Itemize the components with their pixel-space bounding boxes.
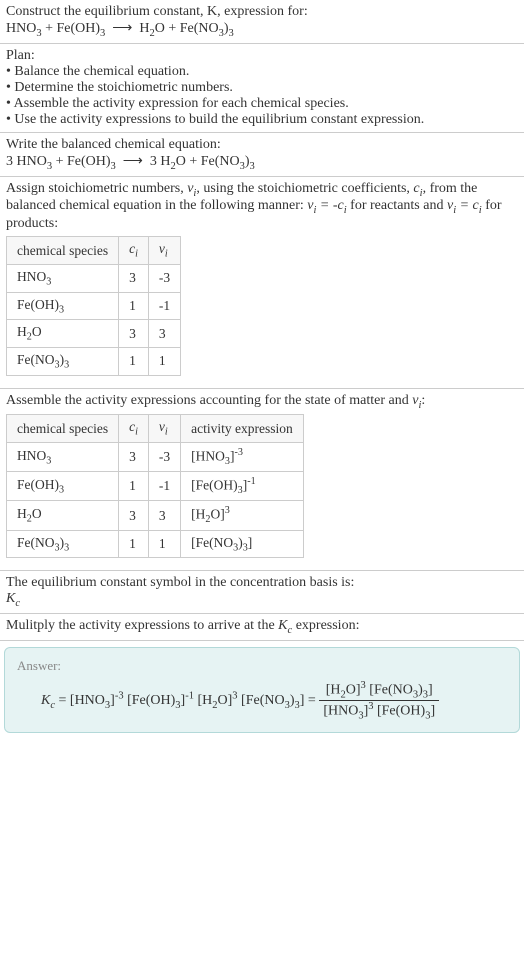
cell-ci: 3 <box>119 264 149 292</box>
stoich-text-d: for reactants and <box>347 198 447 213</box>
cell-activity: [H2O]3 <box>181 501 304 530</box>
cell-ci: 1 <box>119 530 149 558</box>
question-section: Construct the equilibrium constant, K, e… <box>0 0 524 44</box>
balanced-heading: Write the balanced chemical equation: <box>6 137 518 153</box>
balanced-equation: 3 HNO3 + Fe(OH)3 ⟶ 3 H2O + Fe(NO3)3 <box>6 153 518 172</box>
cell-species: H2O <box>7 501 119 530</box>
kc-symbol-section: The equilibrium constant symbol in the c… <box>0 571 524 614</box>
plan-list: Balance the chemical equation. Determine… <box>6 64 518 128</box>
activity-table: chemical species ci νi activity expressi… <box>6 414 304 558</box>
nu-i: νi <box>187 181 196 196</box>
kc-fraction: [H2O]3 [Fe(NO3)3] [HNO3]3 [Fe(OH)3] <box>319 680 439 722</box>
table-row: Fe(OH)31-1 <box>7 292 181 320</box>
plan-item: Use the activity expressions to build th… <box>6 112 518 128</box>
table-row: H2O33[H2O]3 <box>7 501 304 530</box>
cell-species: HNO3 <box>7 264 119 292</box>
prompt-text: Construct the equilibrium constant, K, e… <box>6 4 308 19</box>
activity-section: Assemble the activity expressions accoun… <box>0 389 524 572</box>
cell-species: Fe(NO3)3 <box>7 530 119 558</box>
cell-species: HNO3 <box>7 443 119 472</box>
cell-vi: -3 <box>148 264 180 292</box>
table-row: Fe(NO3)311 <box>7 347 181 375</box>
table-row: HNO33-3 <box>7 264 181 292</box>
cell-vi: -3 <box>148 443 180 472</box>
question-prompt: Construct the equilibrium constant, K, e… <box>6 4 518 20</box>
table-row: H2O33 <box>7 320 181 348</box>
cell-vi: -1 <box>148 292 180 320</box>
plan-heading: Plan: <box>6 48 518 64</box>
cell-ci: 1 <box>119 472 149 501</box>
col-vi: νi <box>148 415 180 443</box>
kc-expression: Kc = [HNO3]-3 [Fe(OH)3]-1 [H2O]3 [Fe(NO3… <box>17 680 507 722</box>
col-species: chemical species <box>7 237 119 265</box>
cell-activity: [HNO3]-3 <box>181 443 304 472</box>
answer-box: Answer: Kc = [HNO3]-3 [Fe(OH)3]-1 [H2O]3… <box>4 647 520 733</box>
cell-ci: 3 <box>119 320 149 348</box>
table-row: HNO33-3[HNO3]-3 <box>7 443 304 472</box>
stoich-table: chemical species ci νi HNO33-3 Fe(OH)31-… <box>6 236 181 375</box>
multiply-text: Mulitply the activity expressions to arr… <box>6 618 518 636</box>
cell-species: Fe(OH)3 <box>7 472 119 501</box>
cell-activity: [Fe(NO3)3] <box>181 530 304 558</box>
plan-item: Determine the stoichiometric numbers. <box>6 80 518 96</box>
kc-symbol: Kc <box>6 591 518 609</box>
cell-species: Fe(OH)3 <box>7 292 119 320</box>
col-ci: ci <box>119 237 149 265</box>
plan-section: Plan: Balance the chemical equation. Det… <box>0 44 524 133</box>
table-row: Fe(OH)31-1[Fe(OH)3]-1 <box>7 472 304 501</box>
cell-species: Fe(NO3)3 <box>7 347 119 375</box>
cell-vi: 1 <box>148 347 180 375</box>
rel-reactants: νi = -ci <box>307 198 346 213</box>
kc-denominator: [HNO3]3 [Fe(OH)3] <box>319 701 439 721</box>
cell-vi: -1 <box>148 472 180 501</box>
cell-ci: 1 <box>119 292 149 320</box>
table-header-row: chemical species ci νi activity expressi… <box>7 415 304 443</box>
stoich-text-a: Assign stoichiometric numbers, <box>6 181 187 196</box>
table-row: Fe(NO3)311[Fe(NO3)3] <box>7 530 304 558</box>
answer-label: Answer: <box>17 658 507 674</box>
cell-ci: 3 <box>119 501 149 530</box>
cell-species: H2O <box>7 320 119 348</box>
cell-vi: 3 <box>148 320 180 348</box>
kc-symbol-text: The equilibrium constant symbol in the c… <box>6 575 518 591</box>
cell-ci: 1 <box>119 347 149 375</box>
balanced-section: Write the balanced chemical equation: 3 … <box>0 133 524 177</box>
cell-vi: 1 <box>148 530 180 558</box>
stoich-text: Assign stoichiometric numbers, νi, using… <box>6 181 518 233</box>
stoich-section: Assign stoichiometric numbers, νi, using… <box>0 177 524 389</box>
plan-item: Balance the chemical equation. <box>6 64 518 80</box>
stoich-text-b: , using the stoichiometric coefficients, <box>196 181 413 196</box>
cell-activity: [Fe(OH)3]-1 <box>181 472 304 501</box>
plan-item: Assemble the activity expression for eac… <box>6 96 518 112</box>
activity-heading: Assemble the activity expressions accoun… <box>6 393 518 411</box>
col-species: chemical species <box>7 415 119 443</box>
col-activity: activity expression <box>181 415 304 443</box>
kc-numerator: [H2O]3 [Fe(NO3)3] <box>319 680 439 701</box>
unbalanced-equation: HNO3 + Fe(OH)3 ⟶ H2O + Fe(NO3)3 <box>6 20 518 39</box>
rel-products: νi = ci <box>447 198 482 213</box>
cell-ci: 3 <box>119 443 149 472</box>
col-ci: ci <box>119 415 149 443</box>
cell-vi: 3 <box>148 501 180 530</box>
table-header-row: chemical species ci νi <box>7 237 181 265</box>
col-vi: νi <box>148 237 180 265</box>
c-i: ci <box>413 181 422 196</box>
multiply-section: Mulitply the activity expressions to arr… <box>0 614 524 641</box>
